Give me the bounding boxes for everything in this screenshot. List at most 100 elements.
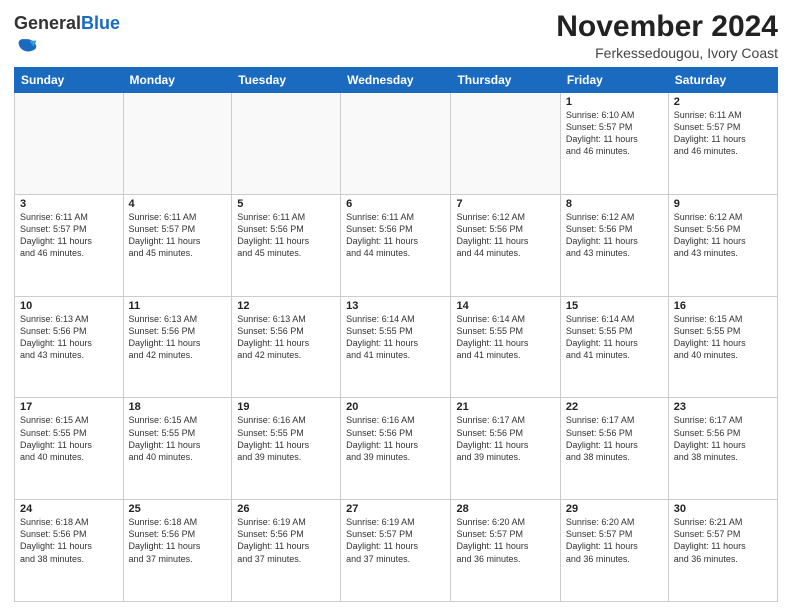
table-row: 17Sunrise: 6:15 AM Sunset: 5:55 PM Dayli… (15, 398, 124, 500)
table-row: 22Sunrise: 6:17 AM Sunset: 5:56 PM Dayli… (560, 398, 668, 500)
table-row: 3Sunrise: 6:11 AM Sunset: 5:57 PM Daylig… (15, 194, 124, 296)
location-title: Ferkessedougou, Ivory Coast (556, 45, 778, 61)
day-number: 16 (674, 300, 772, 312)
day-info: Sunrise: 6:13 AM Sunset: 5:56 PM Dayligh… (129, 313, 227, 362)
day-number: 6 (346, 198, 445, 210)
table-row: 11Sunrise: 6:13 AM Sunset: 5:56 PM Dayli… (123, 296, 232, 398)
day-info: Sunrise: 6:17 AM Sunset: 5:56 PM Dayligh… (566, 414, 663, 463)
col-thursday: Thursday (451, 68, 560, 93)
day-number: 30 (674, 503, 772, 515)
table-row: 30Sunrise: 6:21 AM Sunset: 5:57 PM Dayli… (668, 500, 777, 602)
day-info: Sunrise: 6:17 AM Sunset: 5:56 PM Dayligh… (456, 414, 554, 463)
table-row: 7Sunrise: 6:12 AM Sunset: 5:56 PM Daylig… (451, 194, 560, 296)
day-number: 23 (674, 401, 772, 413)
day-number: 25 (129, 503, 227, 515)
day-info: Sunrise: 6:13 AM Sunset: 5:56 PM Dayligh… (20, 313, 118, 362)
day-info: Sunrise: 6:15 AM Sunset: 5:55 PM Dayligh… (20, 414, 118, 463)
day-number: 19 (237, 401, 335, 413)
table-row: 24Sunrise: 6:18 AM Sunset: 5:56 PM Dayli… (15, 500, 124, 602)
logo-blue: Blue (81, 13, 120, 33)
day-number: 8 (566, 198, 663, 210)
table-row: 29Sunrise: 6:20 AM Sunset: 5:57 PM Dayli… (560, 500, 668, 602)
day-number: 29 (566, 503, 663, 515)
day-info: Sunrise: 6:10 AM Sunset: 5:57 PM Dayligh… (566, 109, 663, 158)
day-info: Sunrise: 6:17 AM Sunset: 5:56 PM Dayligh… (674, 414, 772, 463)
table-row: 1Sunrise: 6:10 AM Sunset: 5:57 PM Daylig… (560, 93, 668, 195)
day-info: Sunrise: 6:11 AM Sunset: 5:57 PM Dayligh… (674, 109, 772, 158)
table-row: 9Sunrise: 6:12 AM Sunset: 5:56 PM Daylig… (668, 194, 777, 296)
day-info: Sunrise: 6:14 AM Sunset: 5:55 PM Dayligh… (456, 313, 554, 362)
calendar-week-row: 1Sunrise: 6:10 AM Sunset: 5:57 PM Daylig… (15, 93, 778, 195)
day-number: 13 (346, 300, 445, 312)
table-row: 2Sunrise: 6:11 AM Sunset: 5:57 PM Daylig… (668, 93, 777, 195)
day-number: 12 (237, 300, 335, 312)
day-info: Sunrise: 6:14 AM Sunset: 5:55 PM Dayligh… (346, 313, 445, 362)
table-row: 23Sunrise: 6:17 AM Sunset: 5:56 PM Dayli… (668, 398, 777, 500)
title-area: November 2024 Ferkessedougou, Ivory Coas… (556, 10, 778, 61)
logo-general: General (14, 13, 81, 33)
logo: GeneralBlue (14, 14, 120, 61)
table-row: 25Sunrise: 6:18 AM Sunset: 5:56 PM Dayli… (123, 500, 232, 602)
day-number: 3 (20, 198, 118, 210)
col-tuesday: Tuesday (232, 68, 341, 93)
day-number: 10 (20, 300, 118, 312)
day-number: 24 (20, 503, 118, 515)
day-info: Sunrise: 6:11 AM Sunset: 5:57 PM Dayligh… (129, 211, 227, 260)
table-row: 27Sunrise: 6:19 AM Sunset: 5:57 PM Dayli… (341, 500, 451, 602)
table-row: 15Sunrise: 6:14 AM Sunset: 5:55 PM Dayli… (560, 296, 668, 398)
day-number: 20 (346, 401, 445, 413)
day-number: 21 (456, 401, 554, 413)
day-info: Sunrise: 6:19 AM Sunset: 5:57 PM Dayligh… (346, 516, 445, 565)
day-number: 1 (566, 96, 663, 108)
col-saturday: Saturday (668, 68, 777, 93)
table-row: 28Sunrise: 6:20 AM Sunset: 5:57 PM Dayli… (451, 500, 560, 602)
table-row: 21Sunrise: 6:17 AM Sunset: 5:56 PM Dayli… (451, 398, 560, 500)
day-number: 18 (129, 401, 227, 413)
table-row: 16Sunrise: 6:15 AM Sunset: 5:55 PM Dayli… (668, 296, 777, 398)
day-info: Sunrise: 6:20 AM Sunset: 5:57 PM Dayligh… (456, 516, 554, 565)
day-number: 7 (456, 198, 554, 210)
col-sunday: Sunday (15, 68, 124, 93)
col-wednesday: Wednesday (341, 68, 451, 93)
day-info: Sunrise: 6:11 AM Sunset: 5:56 PM Dayligh… (346, 211, 445, 260)
calendar-week-row: 17Sunrise: 6:15 AM Sunset: 5:55 PM Dayli… (15, 398, 778, 500)
day-info: Sunrise: 6:21 AM Sunset: 5:57 PM Dayligh… (674, 516, 772, 565)
month-title: November 2024 (556, 10, 778, 43)
day-info: Sunrise: 6:12 AM Sunset: 5:56 PM Dayligh… (674, 211, 772, 260)
day-number: 9 (674, 198, 772, 210)
day-info: Sunrise: 6:18 AM Sunset: 5:56 PM Dayligh… (20, 516, 118, 565)
calendar: Sunday Monday Tuesday Wednesday Thursday… (14, 67, 778, 602)
day-info: Sunrise: 6:12 AM Sunset: 5:56 PM Dayligh… (456, 211, 554, 260)
col-monday: Monday (123, 68, 232, 93)
table-row (451, 93, 560, 195)
table-row: 5Sunrise: 6:11 AM Sunset: 5:56 PM Daylig… (232, 194, 341, 296)
day-info: Sunrise: 6:18 AM Sunset: 5:56 PM Dayligh… (129, 516, 227, 565)
day-info: Sunrise: 6:16 AM Sunset: 5:56 PM Dayligh… (346, 414, 445, 463)
calendar-header-row: Sunday Monday Tuesday Wednesday Thursday… (15, 68, 778, 93)
table-row: 13Sunrise: 6:14 AM Sunset: 5:55 PM Dayli… (341, 296, 451, 398)
calendar-week-row: 24Sunrise: 6:18 AM Sunset: 5:56 PM Dayli… (15, 500, 778, 602)
page-header: GeneralBlue November 2024 Ferkessedougou… (14, 10, 778, 61)
table-row: 14Sunrise: 6:14 AM Sunset: 5:55 PM Dayli… (451, 296, 560, 398)
day-info: Sunrise: 6:11 AM Sunset: 5:56 PM Dayligh… (237, 211, 335, 260)
day-info: Sunrise: 6:15 AM Sunset: 5:55 PM Dayligh… (129, 414, 227, 463)
day-info: Sunrise: 6:14 AM Sunset: 5:55 PM Dayligh… (566, 313, 663, 362)
table-row (232, 93, 341, 195)
table-row (123, 93, 232, 195)
page: GeneralBlue November 2024 Ferkessedougou… (0, 0, 792, 612)
calendar-week-row: 10Sunrise: 6:13 AM Sunset: 5:56 PM Dayli… (15, 296, 778, 398)
day-number: 22 (566, 401, 663, 413)
day-info: Sunrise: 6:19 AM Sunset: 5:56 PM Dayligh… (237, 516, 335, 565)
day-info: Sunrise: 6:15 AM Sunset: 5:55 PM Dayligh… (674, 313, 772, 362)
day-number: 4 (129, 198, 227, 210)
day-number: 28 (456, 503, 554, 515)
calendar-week-row: 3 Sunrise: 6:11 AM Sunset: 5:57 PM Daylig… (15, 194, 778, 296)
table-row: 6Sunrise: 6:11 AM Sunset: 5:56 PM Daylig… (341, 194, 451, 296)
table-row: 4Sunrise: 6:11 AM Sunset: 5:57 PM Daylig… (123, 194, 232, 296)
day-info: Sunrise: 6:12 AM Sunset: 5:56 PM Dayligh… (566, 211, 663, 260)
day-info: Sunrise: 6:16 AM Sunset: 5:55 PM Dayligh… (237, 414, 335, 463)
table-row: 26Sunrise: 6:19 AM Sunset: 5:56 PM Dayli… (232, 500, 341, 602)
day-number: 14 (456, 300, 554, 312)
logo-icon (16, 34, 38, 56)
day-number: 2 (674, 96, 772, 108)
